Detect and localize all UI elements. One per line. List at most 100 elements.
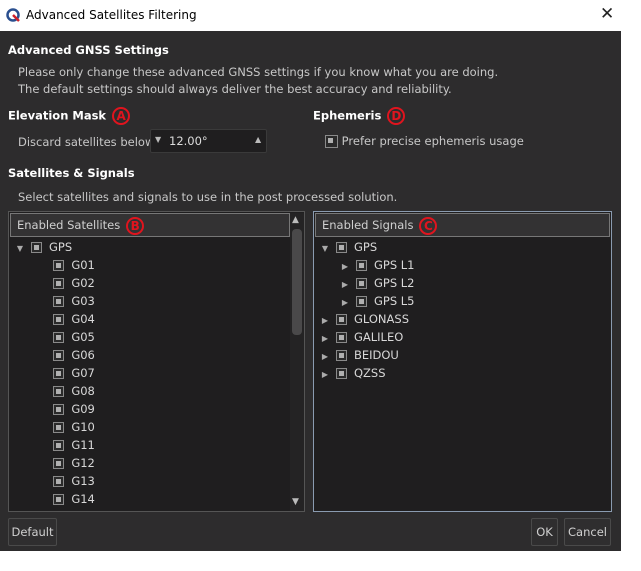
ephemeris-heading: Ephemeris D [313,107,406,125]
signal-label: GPS L1 [373,258,415,272]
satellite-item[interactable]: G02 [53,274,95,292]
constellation-label: GLONASS [353,312,409,326]
checkbox[interactable] [335,350,347,361]
marker-c: C [419,216,438,235]
dialog-body: Advanced GNSS Settings Please only chang… [0,31,621,551]
signal-item[interactable]: ▶ GPS L1 [338,256,415,274]
checkbox[interactable] [53,494,64,505]
satellite-item[interactable]: G01 [53,256,95,274]
scroll-down-icon[interactable]: ▼ [292,497,299,507]
satellite-item[interactable]: G05 [53,328,95,346]
checkbox[interactable] [335,314,347,325]
checkbox[interactable] [53,422,64,433]
satellite-item[interactable]: G09 [53,400,95,418]
checkbox[interactable] [325,135,338,148]
constellation-label: QZSS [353,366,386,380]
scroll-up-icon[interactable]: ▲ [292,215,299,225]
sats-description: Select satellites and signals to use in … [18,190,398,204]
expanded-arrow-icon[interactable]: ▼ [13,240,27,258]
cancel-button[interactable]: Cancel [564,518,611,546]
checkbox[interactable] [53,260,64,271]
sats-heading: Satellites & Signals [8,166,135,180]
title-bar: Advanced Satellites Filtering ✕ [0,0,621,31]
discard-label: Discard satellites below: [18,135,158,149]
checkbox[interactable] [53,296,64,307]
satellite-label: G11 [71,438,95,452]
satellite-label: G08 [71,384,95,398]
satellite-label: G05 [71,330,95,344]
satellite-label: G04 [71,312,95,326]
signal-label: GPS L5 [373,294,415,308]
signals-tree[interactable]: Enabled Signals C ▼ GPS ▶ GPS L1 ▶ GPS L2 ▶… [313,211,612,512]
satellite-item[interactable]: G04 [53,310,95,328]
signal-item[interactable]: ▶ GPS L5 [338,292,415,310]
checkbox[interactable] [53,314,64,325]
window-title: Advanced Satellites Filtering [26,8,197,22]
satellites-tree[interactable]: Enabled Satellites B ▼ GPS G01 G02 G03 G0… [8,211,305,512]
tree-item-gps[interactable]: ▼ GPS [13,238,72,256]
gnss-note-2: The default settings should always deliv… [18,82,452,96]
checkbox[interactable] [53,278,64,289]
satellite-item[interactable]: G11 [53,436,95,454]
checkbox[interactable] [53,458,64,469]
close-icon[interactable]: ✕ [600,4,614,24]
ephemeris-label: Prefer precise ephemeris usage [341,134,524,148]
scrollbar-thumb[interactable] [292,229,302,335]
marker-a: A [112,107,131,125]
checkbox[interactable] [355,296,367,307]
tree-item-gps[interactable]: ▼ GPS [318,238,377,256]
satellite-item[interactable]: G14 [53,490,95,508]
increment-icon[interactable]: ▲ [255,135,261,144]
satellite-label: G03 [71,294,95,308]
checkbox[interactable] [53,476,64,487]
checkbox[interactable] [53,350,64,361]
elevation-value[interactable]: 12.00° [169,134,208,148]
marker-b: B [126,216,145,235]
satellite-label: G10 [71,420,95,434]
signal-item[interactable]: ▶ GPS L2 [338,274,415,292]
gnss-heading: Advanced GNSS Settings [8,43,169,57]
elevation-spinbox[interactable]: ▼ 12.00° ▲ [150,129,267,153]
decrement-icon[interactable]: ▼ [155,135,161,144]
ok-button[interactable]: OK [531,518,558,546]
signal-label: GPS L2 [373,276,415,290]
satellite-item[interactable]: G03 [53,292,95,310]
checkbox[interactable] [335,368,347,379]
marker-d: D [387,107,406,125]
constellation-label: BEIDOU [353,348,399,362]
constellation-item[interactable]: ▶ QZSS [318,364,386,382]
checkbox[interactable] [30,242,42,253]
checkbox[interactable] [53,386,64,397]
checkbox[interactable] [53,404,64,415]
satellite-label: G07 [71,366,95,380]
satellite-item[interactable]: G07 [53,364,95,382]
checkbox[interactable] [355,278,367,289]
satellite-label: G02 [71,276,95,290]
satellite-item[interactable]: G13 [53,472,95,490]
signals-header: Enabled Signals C [315,213,610,237]
checkbox[interactable] [335,242,347,253]
default-button[interactable]: Default [8,518,57,546]
collapsed-arrow-icon[interactable]: ▶ [318,366,332,384]
checkbox[interactable] [53,440,64,451]
satellite-label: G01 [71,258,95,272]
checkbox[interactable] [53,332,64,343]
satellites-header: Enabled Satellites B [10,213,290,237]
constellation-item[interactable]: ▶ GALILEO [318,328,403,346]
checkbox[interactable] [53,368,64,379]
checkbox[interactable] [335,332,347,343]
elevation-heading: Elevation Mask A [8,107,131,125]
satellite-item[interactable]: G06 [53,346,95,364]
satellite-item[interactable]: G08 [53,382,95,400]
satellite-label: G12 [71,456,95,470]
satellite-item[interactable]: G12 [53,454,95,472]
constellation-item[interactable]: ▶ GLONASS [318,310,409,328]
ephemeris-checkbox[interactable]: Prefer precise ephemeris usage [325,134,524,148]
q-logo-icon [6,8,20,22]
constellation-item[interactable]: ▶ BEIDOU [318,346,399,364]
expanded-arrow-icon[interactable]: ▼ [318,240,332,258]
satellite-label: G06 [71,348,95,362]
checkbox[interactable] [355,260,367,271]
satellite-item[interactable]: G10 [53,418,95,436]
scrollbar[interactable]: ▲ ▼ [290,213,304,511]
